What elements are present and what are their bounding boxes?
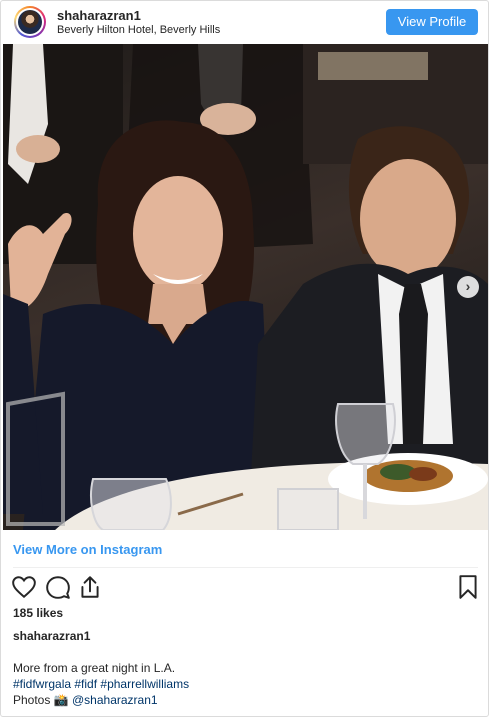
instagram-embed: shaharazran1 Beverly Hilton Hotel, Bever… xyxy=(0,0,489,717)
likes-count[interactable]: 185 likes xyxy=(13,606,63,620)
bookmark-icon[interactable] xyxy=(455,574,481,600)
post-header: shaharazran1 Beverly Hilton Hotel, Bever… xyxy=(1,1,488,44)
action-bar xyxy=(11,574,481,600)
caption-username[interactable]: shaharazran1 xyxy=(13,629,90,643)
caption-hashtags: #fidfwrgala #fidf #pharrellwilliams xyxy=(13,677,189,691)
divider xyxy=(13,567,478,568)
view-profile-button[interactable]: View Profile xyxy=(386,9,478,35)
share-icon[interactable] xyxy=(77,574,103,600)
chevron-right-icon: › xyxy=(465,278,471,294)
header-username[interactable]: shaharazran1 xyxy=(57,8,141,23)
hashtag-link[interactable]: #fidfwrgala xyxy=(13,677,71,691)
header-location[interactable]: Beverly Hilton Hotel, Beverly Hills xyxy=(57,24,220,36)
caption-credit: Photos 📸 @shaharazran1 xyxy=(13,693,158,707)
mention-link[interactable]: @shaharazran1 xyxy=(72,693,158,707)
hashtag-link[interactable]: #fidf xyxy=(74,677,97,691)
next-photo-button[interactable]: › xyxy=(457,276,479,298)
avatar[interactable] xyxy=(14,6,46,38)
avatar-image xyxy=(18,10,42,34)
caption-text: More from a great night in L.A. xyxy=(13,661,176,675)
photos-label: Photos xyxy=(13,693,51,707)
camera-icon: 📸 xyxy=(53,693,69,707)
heart-icon[interactable] xyxy=(11,574,37,600)
post-photo[interactable]: › xyxy=(3,44,488,530)
hashtag-link[interactable]: #pharrellwilliams xyxy=(100,677,189,691)
view-more-link[interactable]: View More on Instagram xyxy=(13,542,162,557)
photo-illustration xyxy=(3,44,488,530)
comment-icon[interactable] xyxy=(45,574,71,600)
